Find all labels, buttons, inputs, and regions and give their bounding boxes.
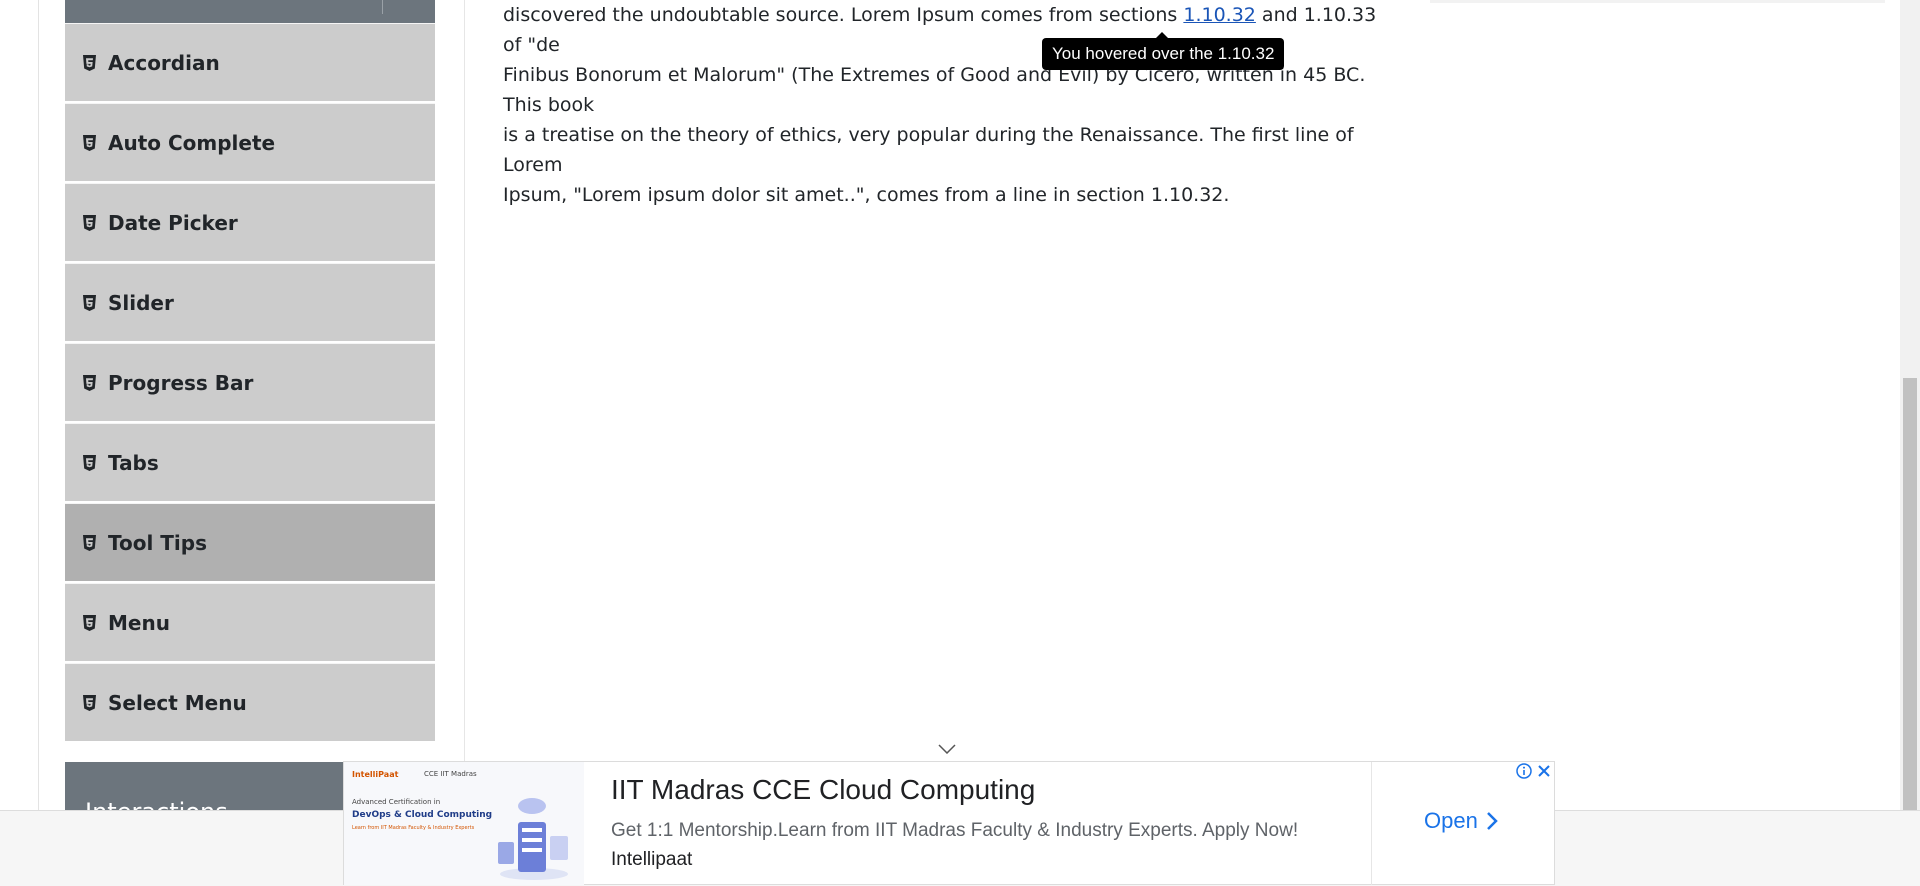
ad-thumb-line2: DevOps & Cloud Computing [352, 810, 493, 820]
ad-brand: Intellipaat [611, 849, 693, 870]
ad-divider [1371, 762, 1372, 885]
server-illustration-icon [498, 798, 568, 880]
sidebar-item-tabs[interactable]: Tabs [65, 423, 435, 501]
ad-info-icon[interactable] [1514, 762, 1534, 780]
ad-close-icon[interactable] [1534, 762, 1554, 780]
chevron-down-icon[interactable] [938, 744, 956, 754]
html5-icon [83, 694, 96, 711]
sidebar-item-date-picker[interactable]: Date Picker [65, 183, 435, 261]
header-divider [382, 0, 383, 14]
sidebar: Accordian Auto Complete Date Picker Slider P… [65, 0, 435, 885]
html5-icon [83, 294, 96, 311]
chevron-right-icon [1486, 812, 1498, 830]
html5-icon [83, 454, 96, 471]
sidebar-item-menu[interactable]: Menu [65, 583, 435, 661]
sidebar-item-label: Accordian [108, 50, 220, 75]
ad-thumb-brand: IntelliPaat [352, 770, 399, 779]
html5-icon [83, 214, 96, 231]
ad-thumbnail[interactable]: IntelliPaat CCE IIT Madras Advanced Cert… [344, 762, 584, 885]
sidebar-item-label: Select Menu [108, 690, 247, 715]
scrollbar-thumb[interactable] [1903, 378, 1917, 810]
sidebar-item-auto-complete[interactable]: Auto Complete [65, 103, 435, 181]
sidebar-item-label: Tool Tips [108, 530, 208, 555]
html5-icon [83, 534, 96, 551]
ad-thumb-partner: CCE IIT Madras [424, 770, 477, 778]
html5-icon [83, 374, 96, 391]
sidebar-item-label: Menu [108, 610, 170, 635]
tooltip-link[interactable]: 1.10.32 [1183, 4, 1256, 26]
right-panel-edge [1430, 0, 1885, 3]
sidebar-item-label: Slider [108, 290, 174, 315]
ad-open-label: Open [1424, 808, 1478, 833]
sidebar-item-progress-bar[interactable]: Progress Bar [65, 343, 435, 421]
ad-thumb-line1: Advanced Certification in [352, 798, 441, 806]
sidebar-item-label: Date Picker [108, 210, 238, 235]
sidebar-item-tool-tips[interactable]: Tool Tips [65, 503, 435, 581]
sidebar-divider [464, 0, 465, 810]
sidebar-item-accordian[interactable]: Accordian [65, 23, 435, 101]
html5-icon [83, 54, 96, 71]
sidebar-item-label: Tabs [108, 450, 159, 475]
page-scrollbar[interactable] [1900, 0, 1920, 810]
html5-icon [83, 134, 96, 151]
sidebar-group-header-widgets[interactable] [65, 0, 435, 23]
ad-banner[interactable]: IntelliPaat CCE IIT Madras Advanced Cert… [343, 761, 1555, 885]
main-content: discovered the undoubtable source. Lorem… [503, 0, 1393, 210]
ad-open-button[interactable]: Open [1424, 808, 1498, 834]
ad-title[interactable]: IIT Madras CCE Cloud Computing [611, 774, 1035, 806]
sidebar-item-select-menu[interactable]: Select Menu [65, 663, 435, 741]
sidebar-item-slider[interactable]: Slider [65, 263, 435, 341]
content-line-4: Ipsum, "Lorem ipsum dolor sit amet..", c… [503, 184, 1230, 206]
sidebar-item-label: Progress Bar [108, 370, 254, 395]
content-line-3: is a treatise on the theory of ethics, v… [503, 124, 1354, 176]
content-text: discovered the undoubtable source. Lorem… [503, 4, 1184, 26]
ad-description: Get 1:1 Mentorship.Learn from IIT Madras… [611, 820, 1299, 841]
ad-thumb-line3: Learn from IIT Madras Faculty & Industry… [352, 825, 475, 831]
sidebar-item-label: Auto Complete [108, 130, 276, 155]
tooltip: You hovered over the 1.10.32 [1042, 32, 1285, 70]
html5-icon [83, 614, 96, 631]
ad-badges [1514, 762, 1554, 780]
